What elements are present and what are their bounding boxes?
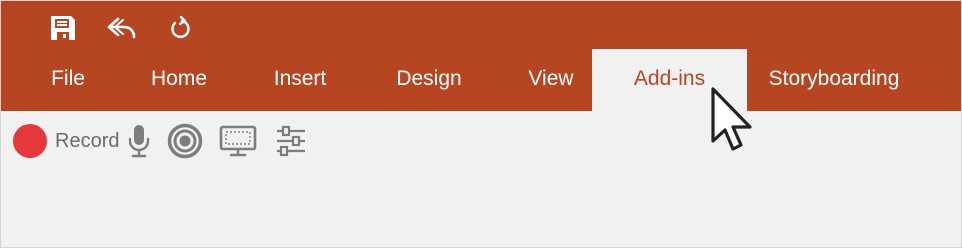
record-button[interactable]: Record <box>13 121 119 161</box>
record-icon <box>13 124 47 158</box>
app-window: File Home Insert Design View Add-ins Sto… <box>0 0 962 248</box>
sliders-icon <box>277 125 305 157</box>
screen-button[interactable] <box>219 121 257 161</box>
tab-home[interactable]: Home <box>133 49 225 111</box>
undo-icon <box>107 17 136 39</box>
save-button[interactable] <box>45 11 81 45</box>
tab-file[interactable]: File <box>31 49 105 111</box>
ribbon-tabs: File Home Insert Design View Add-ins Sto… <box>1 49 961 111</box>
microphone-icon <box>128 125 150 158</box>
camera-target-icon <box>167 123 203 159</box>
tab-insert[interactable]: Insert <box>255 49 345 111</box>
undo-button[interactable] <box>103 11 141 45</box>
save-icon <box>51 16 75 40</box>
title-bar: File Home Insert Design View Add-ins Sto… <box>1 1 961 111</box>
settings-button[interactable] <box>273 121 309 161</box>
screen-icon <box>219 125 257 157</box>
redo-button[interactable] <box>163 11 197 45</box>
camera-button[interactable] <box>167 121 203 161</box>
ribbon-toolbar: Record <box>1 111 961 169</box>
mouse-pointer-icon <box>711 87 752 151</box>
tab-design[interactable]: Design <box>379 49 479 111</box>
tab-storyboarding[interactable]: Storyboarding <box>749 49 919 111</box>
tab-view[interactable]: View <box>511 49 591 111</box>
microphone-button[interactable] <box>127 121 151 161</box>
record-label: Record <box>55 129 120 152</box>
redo-icon <box>171 15 190 38</box>
